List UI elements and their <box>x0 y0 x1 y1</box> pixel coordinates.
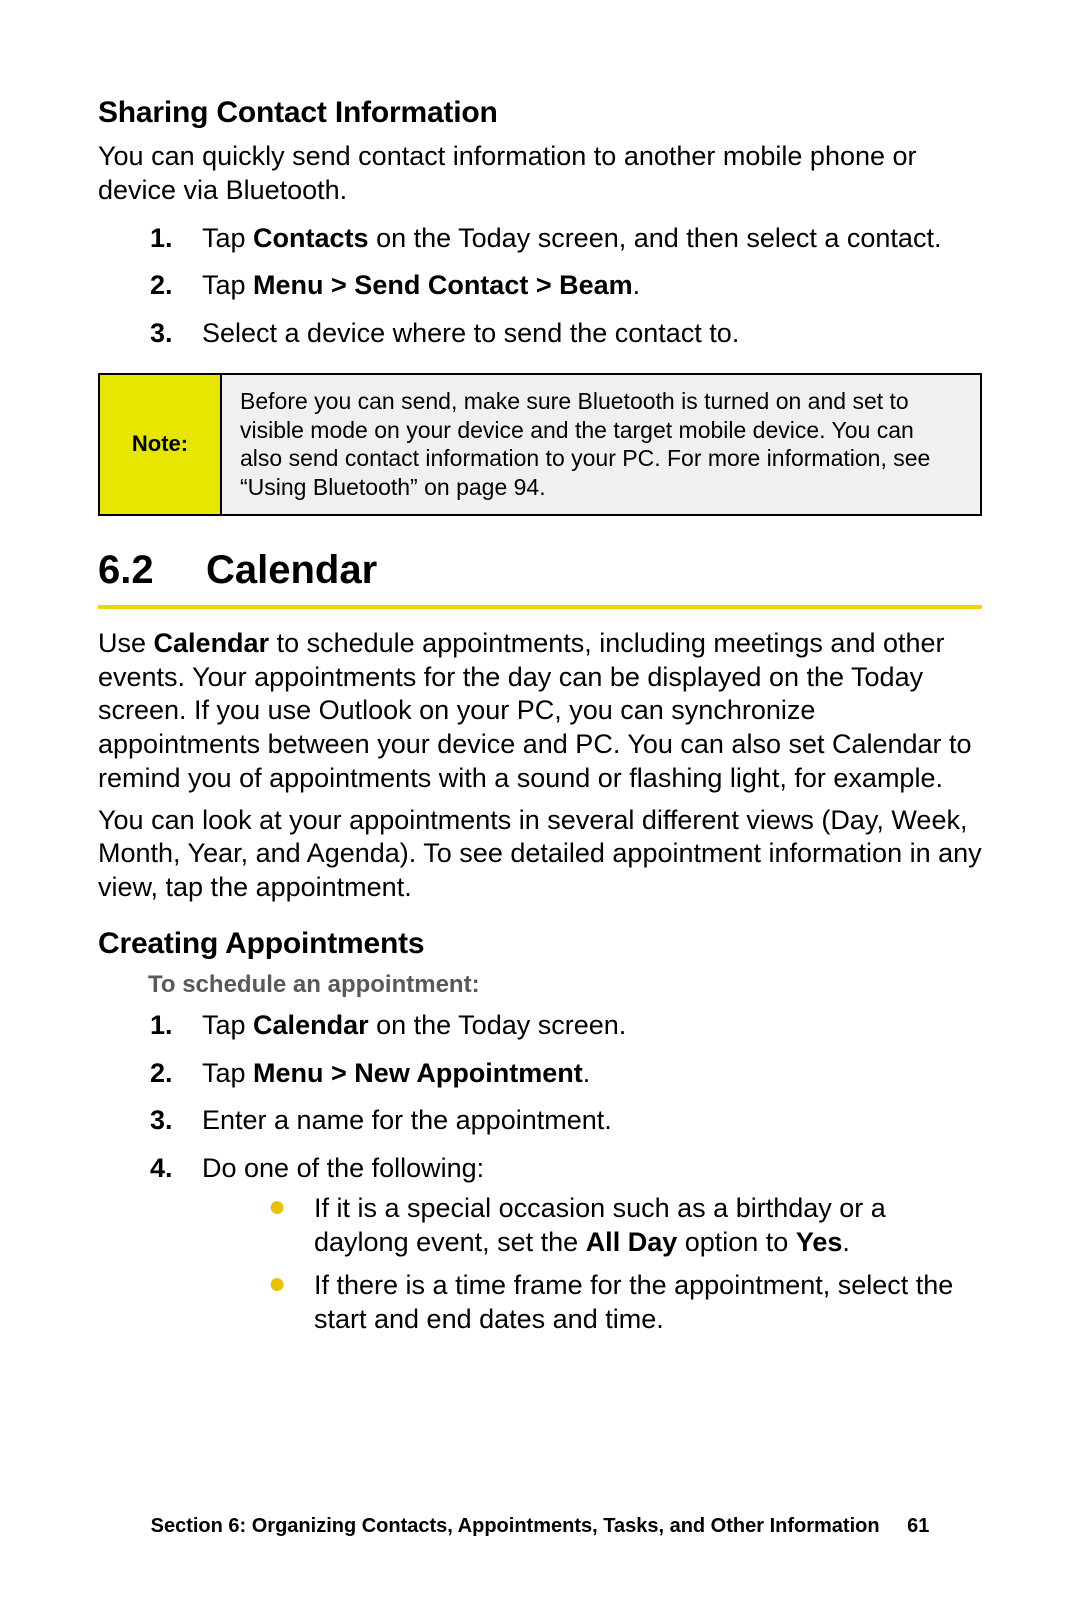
text: Use <box>98 628 154 658</box>
note-text: Before you can send, make sure Bluetooth… <box>222 375 980 514</box>
bold-text: All Day <box>586 1227 678 1257</box>
list-item: ● If there is a time frame for the appoi… <box>202 1269 982 1337</box>
page-footer: Section 6: Organizing Contacts, Appointm… <box>0 1515 1080 1538</box>
list-item: 3. Select a device where to send the con… <box>98 317 982 351</box>
list-text: Tap Contacts on the Today screen, and th… <box>202 222 982 256</box>
note-box: Note: Before you can send, make sure Blu… <box>98 373 982 516</box>
text: Tap <box>202 270 253 300</box>
list-marker: 1. <box>150 222 184 256</box>
list-text: Enter a name for the appointment. <box>202 1104 982 1138</box>
bold-text: Menu > New Appointment <box>253 1058 583 1088</box>
footer-text: Section 6: Organizing Contacts, Appointm… <box>151 1515 880 1537</box>
page-number: 61 <box>907 1515 929 1537</box>
section-number: 6.2 <box>98 548 206 593</box>
list-item: 4. Do one of the following: ● If it is a… <box>98 1152 982 1347</box>
note-label-cell: Note: <box>100 375 222 514</box>
bold-text: Calendar <box>154 628 270 658</box>
text: . <box>583 1058 591 1088</box>
list-item: 1. Tap Calendar on the Today screen. <box>98 1009 982 1043</box>
text: . <box>633 270 641 300</box>
paragraph: You can quickly send contact information… <box>98 140 982 208</box>
ordered-list-creating: 1. Tap Calendar on the Today screen. 2. … <box>98 1009 982 1347</box>
bullet-list: ● If it is a special occasion such as a … <box>202 1192 982 1337</box>
bold-text: Calendar <box>253 1010 369 1040</box>
bold-text: Contacts <box>253 223 369 253</box>
list-marker: 2. <box>150 1057 184 1091</box>
section-title: Calendar <box>206 548 377 593</box>
paragraph: You can look at your appointments in sev… <box>98 804 982 905</box>
section-heading: 6.2 Calendar <box>98 548 982 593</box>
page: Sharing Contact Information You can quic… <box>0 0 1080 1598</box>
text: Do one of the following: <box>202 1153 484 1183</box>
list-item: ● If it is a special occasion such as a … <box>202 1192 982 1260</box>
note-label: Note: <box>132 431 188 457</box>
text: . <box>842 1227 850 1257</box>
list-marker: 4. <box>150 1152 184 1347</box>
bullet-icon: ● <box>268 1192 314 1260</box>
list-text: Tap Menu > Send Contact > Beam. <box>202 269 982 303</box>
text: Tap <box>202 223 253 253</box>
bold-text: Menu > Send Contact > Beam <box>253 270 633 300</box>
list-marker: 3. <box>150 1104 184 1138</box>
list-text: Tap Menu > New Appointment. <box>202 1057 982 1091</box>
text: on the Today screen. <box>369 1010 627 1040</box>
list-item: 2. Tap Menu > New Appointment. <box>98 1057 982 1091</box>
text: Tap <box>202 1010 253 1040</box>
list-marker: 3. <box>150 317 184 351</box>
list-marker: 2. <box>150 269 184 303</box>
list-text: If there is a time frame for the appoint… <box>314 1269 982 1337</box>
heading-creating: Creating Appointments <box>98 927 982 961</box>
bold-text: Yes <box>796 1227 843 1257</box>
divider-rule <box>98 605 982 609</box>
heading-sharing: Sharing Contact Information <box>98 96 982 130</box>
list-text: If it is a special occasion such as a bi… <box>314 1192 982 1260</box>
list-text: Select a device where to send the contac… <box>202 317 982 351</box>
list-text: Tap Calendar on the Today screen. <box>202 1009 982 1043</box>
list-item: 2. Tap Menu > Send Contact > Beam. <box>98 269 982 303</box>
ordered-list-sharing: 1. Tap Contacts on the Today screen, and… <box>98 222 982 351</box>
bullet-icon: ● <box>268 1269 314 1337</box>
list-item: 3. Enter a name for the appointment. <box>98 1104 982 1138</box>
list-item: 1. Tap Contacts on the Today screen, and… <box>98 222 982 256</box>
paragraph: Use Calendar to schedule appointments, i… <box>98 627 982 796</box>
text: option to <box>677 1227 796 1257</box>
list-text: Do one of the following: ● If it is a sp… <box>202 1152 982 1347</box>
subheading: To schedule an appointment: <box>148 971 982 999</box>
text: Tap <box>202 1058 253 1088</box>
list-marker: 1. <box>150 1009 184 1043</box>
text: on the Today screen, and then select a c… <box>369 223 942 253</box>
